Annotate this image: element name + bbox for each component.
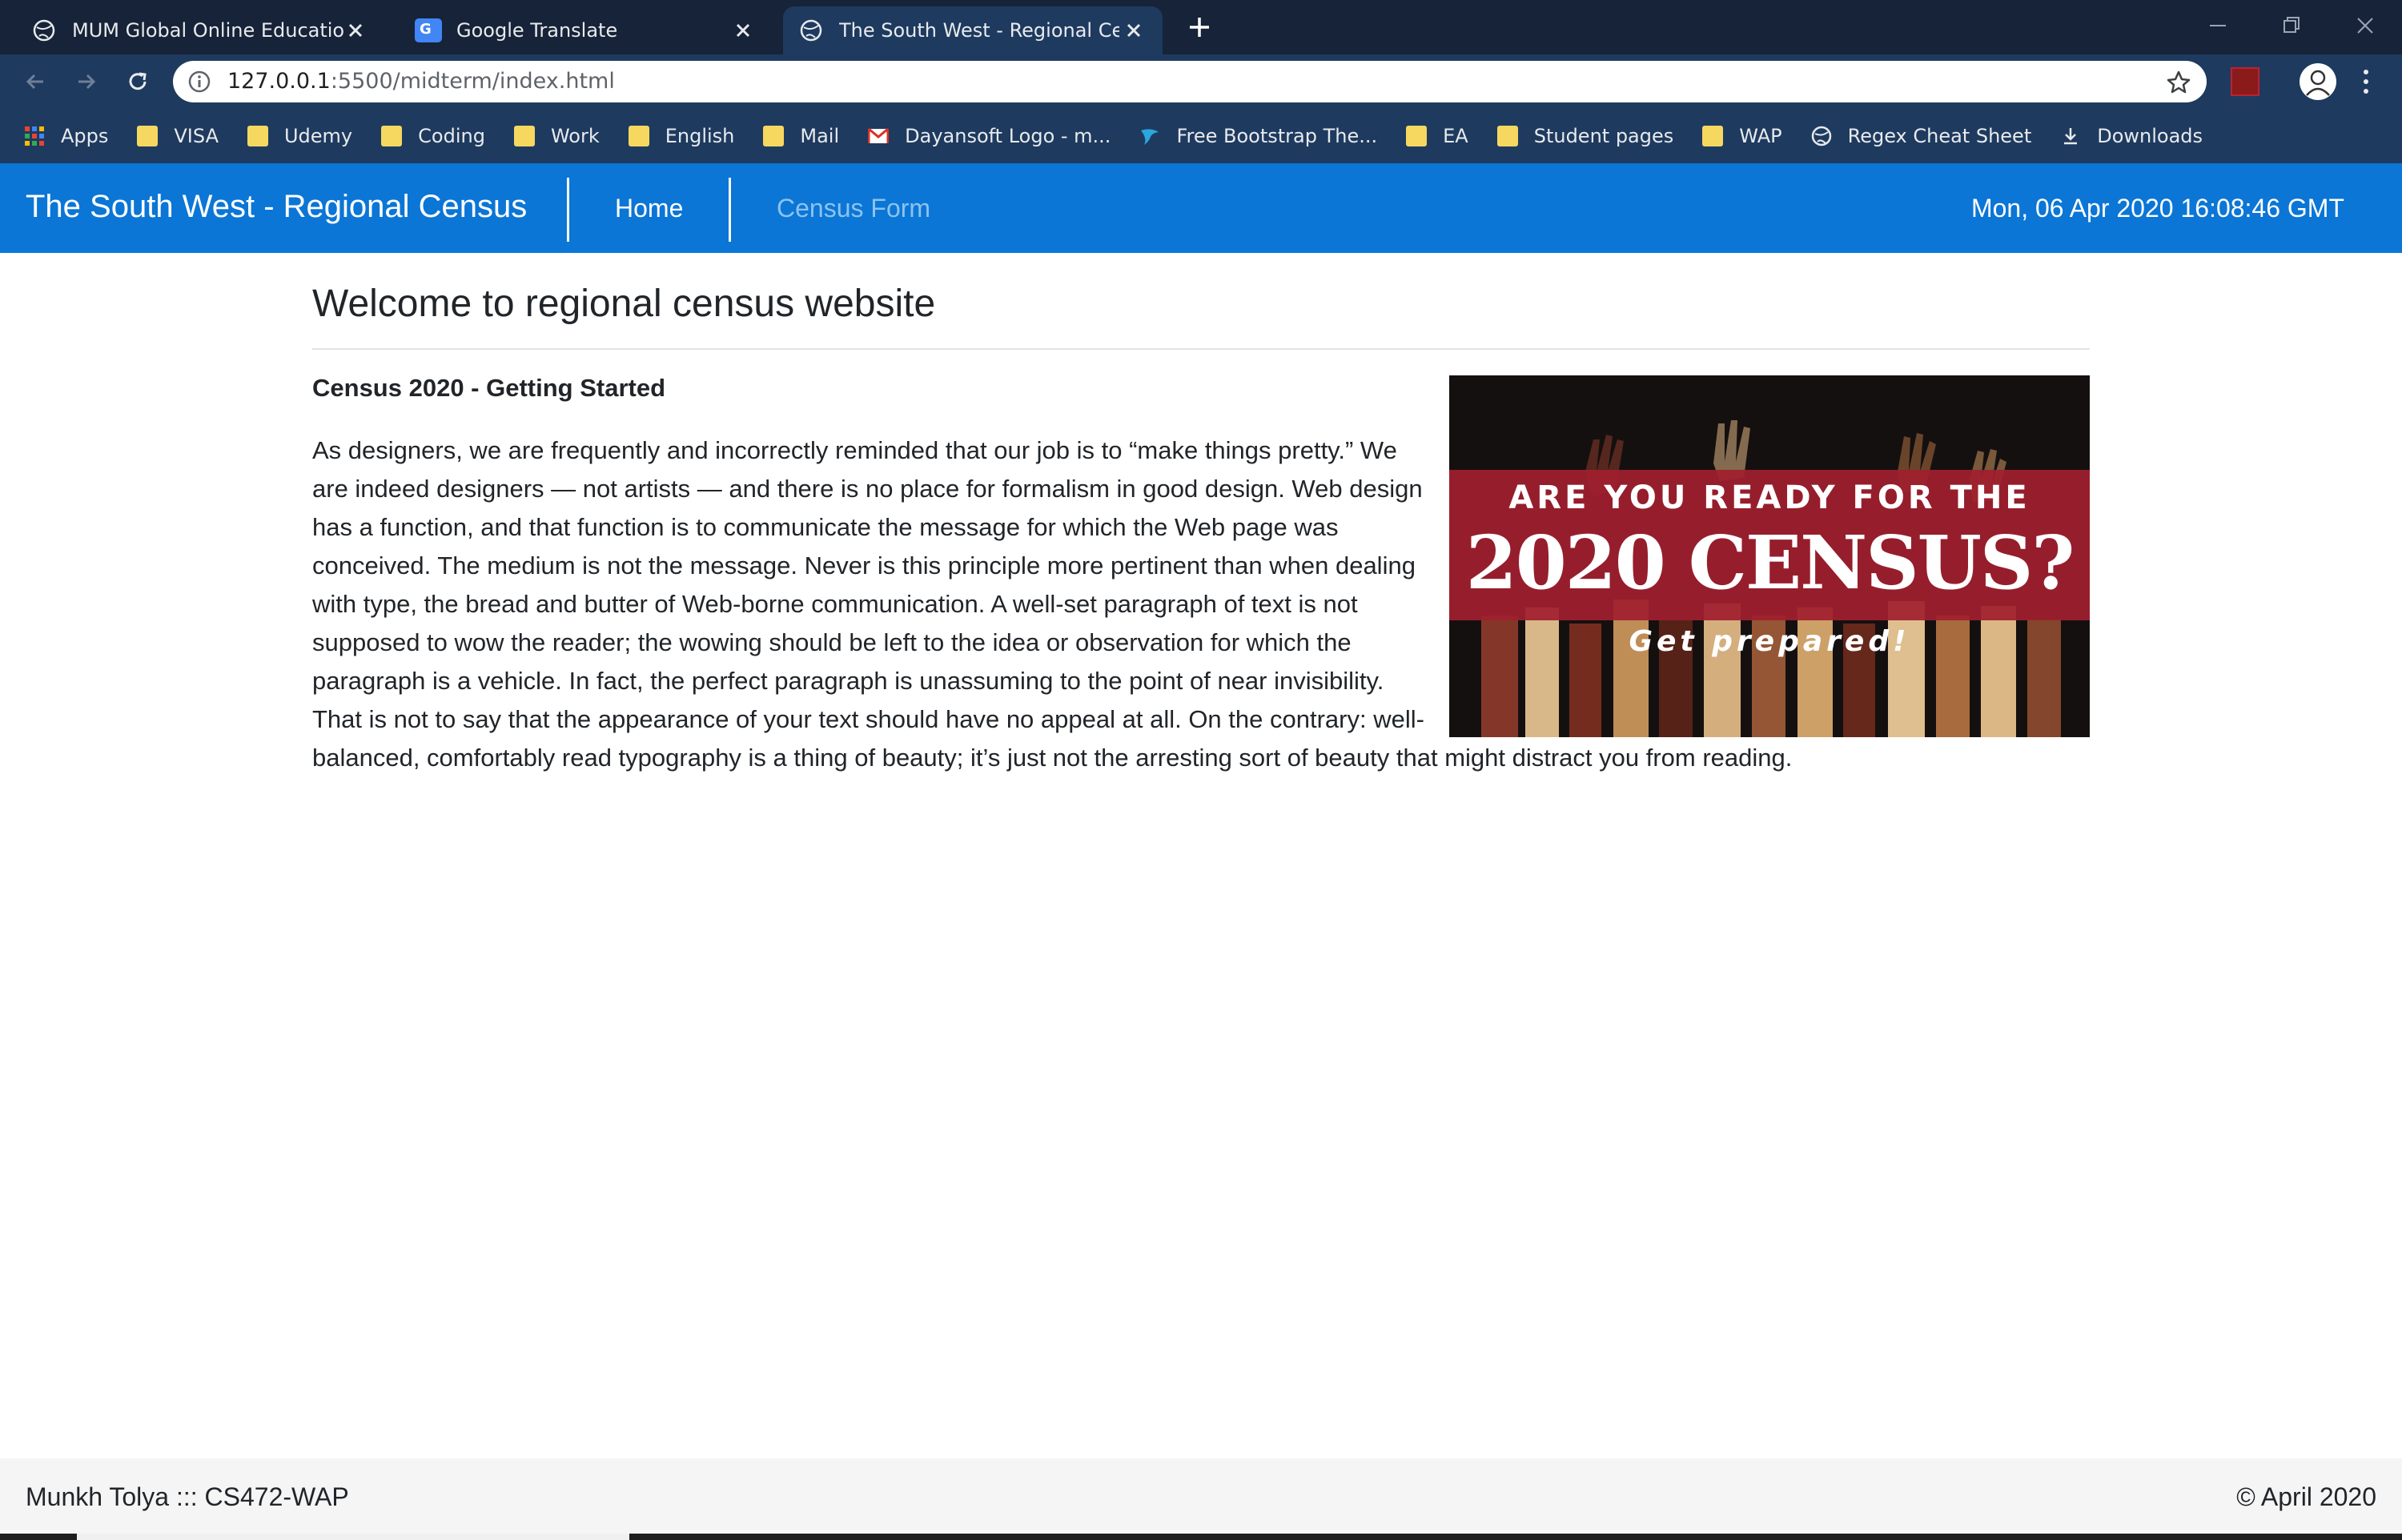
bookmark-star-icon[interactable] [2165, 69, 2192, 96]
bookmark-regex-cheat-sheet[interactable]: Regex Cheat Sheet [1811, 125, 2032, 147]
main-content: Welcome to regional census website ARE Y… [312, 253, 2090, 777]
bookmark-english[interactable]: English [628, 125, 735, 147]
bookmark-ea[interactable]: EA [1406, 125, 1468, 147]
site-footer: Munkh Tolya ::: CS472-WAP © April 2020 [0, 1458, 2402, 1540]
close-icon[interactable] [1121, 18, 1147, 43]
bookmark-label: English [665, 125, 735, 147]
bookmark-label: WAP [1739, 125, 1782, 147]
folder-icon [1496, 126, 1518, 146]
avatar-icon [2306, 70, 2330, 96]
close-icon[interactable] [343, 18, 368, 43]
bookmark-dayansoft[interactable]: Dayansoft Logo - m... [868, 125, 1111, 147]
apps-grid-icon [25, 126, 44, 146]
site-brand[interactable]: The South West - Regional Census [26, 189, 527, 225]
bootstrap-bird-icon [1141, 129, 1159, 145]
bookmark-udemy[interactable]: Udemy [247, 125, 352, 147]
bookmark-apps[interactable]: Apps [24, 125, 108, 147]
close-window-icon[interactable] [2349, 10, 2381, 42]
footer-copyright: © April 2020 [2236, 1482, 2376, 1511]
bookmark-label: EA [1443, 125, 1468, 147]
folder-icon [763, 126, 785, 146]
page-title: Welcome to regional census website [312, 283, 936, 325]
folder-icon [1702, 126, 1724, 146]
bookmark-label: Work [550, 125, 600, 147]
bookmark-label: Coding [418, 125, 485, 147]
bookmark-label: Apps [61, 125, 109, 147]
gmail-icon [868, 127, 890, 143]
globe-icon [800, 19, 822, 42]
bookmark-label: Downloads [2097, 125, 2203, 147]
tab-title: Google Translate [456, 19, 618, 42]
folder-icon [137, 126, 159, 146]
folder-icon [513, 126, 535, 146]
tab-google-translate[interactable]: G Google Translate [415, 6, 772, 54]
forward-arrow-icon[interactable] [70, 66, 102, 98]
nav-link-census-form[interactable]: Census Form [777, 194, 930, 223]
reload-icon[interactable] [122, 66, 154, 98]
bookmark-label: Udemy [283, 125, 353, 147]
site-info-icon[interactable] [187, 70, 211, 94]
address-bar[interactable]: 127.0.0.1:5500/midterm/index.html [173, 61, 2207, 102]
folder-icon [247, 126, 268, 146]
back-arrow-icon[interactable] [19, 66, 51, 98]
tab-title: The South West - Regional Census [839, 19, 1119, 42]
bookmark-label: Student pages [1533, 125, 1674, 147]
bookmark-label: Dayansoft Logo - m... [905, 125, 1111, 147]
download-icon [2064, 128, 2078, 145]
browser-toolbar: 127.0.0.1:5500/midterm/index.html [0, 54, 2402, 109]
profile-avatar[interactable] [2300, 63, 2336, 100]
horizontal-scrollbar-thumb[interactable] [77, 1534, 629, 1540]
site-navbar: The South West - Regional Census Home Ce… [0, 163, 2402, 253]
bookmark-mail[interactable]: Mail [763, 125, 839, 147]
nav-divider [567, 178, 569, 242]
url-text: 127.0.0.1:5500/midterm/index.html [227, 69, 615, 94]
restore-icon[interactable] [2275, 10, 2308, 42]
banner-line-ready: ARE YOU READY FOR THE [1508, 479, 2030, 516]
bookmark-label: Mail [800, 125, 840, 147]
bookmark-visa[interactable]: VISA [137, 125, 219, 147]
folder-icon [628, 126, 649, 146]
divider [312, 348, 2090, 350]
article: ARE YOU READY FOR THE 2020 CENSUS? Get p… [312, 374, 2090, 777]
tab-mum-global[interactable]: MUM Global Online Education : C [32, 6, 384, 54]
new-tab-plus-icon[interactable] [1183, 11, 1215, 43]
folder-icon [1406, 126, 1428, 146]
bookmark-student-pages[interactable]: Student pages [1496, 125, 1674, 147]
tab-title: MUM Global Online Education : C [72, 19, 344, 42]
globe-icon [1811, 126, 1831, 146]
banner-line-prepared: Get prepared! [1629, 625, 1910, 658]
bookmark-free-bootstrap[interactable]: Free Bootstrap The... [1139, 125, 1377, 147]
bookmark-work[interactable]: Work [513, 125, 600, 147]
menu-kebab-icon[interactable] [2360, 67, 2372, 96]
current-datetime: Mon, 06 Apr 2020 16:08:46 GMT [1970, 194, 2344, 223]
browser-tab-strip: MUM Global Online Education : C G Google… [0, 0, 2402, 54]
close-icon[interactable] [730, 18, 756, 43]
pdf-extension-icon[interactable] [2231, 67, 2259, 96]
google-translate-icon: G [415, 18, 442, 42]
tab-regional-census[interactable]: The South West - Regional Census [783, 6, 1163, 54]
folder-icon [381, 126, 403, 146]
census-2020-banner-image: ARE YOU READY FOR THE 2020 CENSUS? Get p… [1449, 375, 2090, 737]
bookmark-label: Free Bootstrap The... [1176, 125, 1378, 147]
banner-line-census: 2020 CENSUS? [1465, 519, 2075, 606]
bookmarks-bar: Apps VISA Udemy Coding Work English Mail… [0, 109, 2402, 163]
minimize-icon[interactable] [2202, 10, 2234, 42]
bookmark-label: Regex Cheat Sheet [1847, 125, 2032, 147]
bookmark-coding[interactable]: Coding [381, 125, 485, 147]
bookmark-wap[interactable]: WAP [1702, 125, 1782, 147]
nav-divider [729, 178, 731, 242]
bookmark-label: VISA [174, 125, 219, 147]
footer-author: Munkh Tolya ::: CS472-WAP [26, 1482, 349, 1511]
bookmark-downloads[interactable]: Downloads [2060, 125, 2203, 147]
globe-icon [33, 19, 55, 42]
nav-link-home[interactable]: Home [615, 194, 683, 223]
